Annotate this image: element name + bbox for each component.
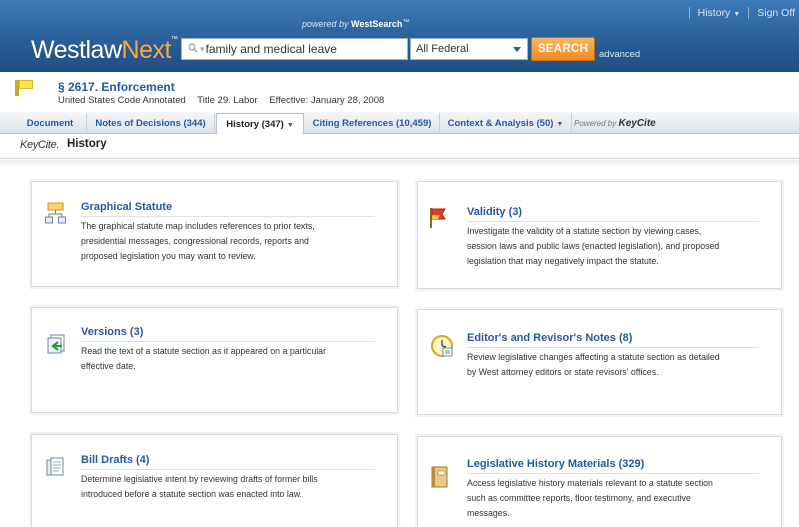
tab-history[interactable]: History (347) ▼: [216, 113, 304, 135]
card-desc-validity: Investigate the validity of a statute se…: [467, 226, 720, 266]
history-menu[interactable]: History ▼: [698, 7, 741, 19]
search-input[interactable]: ▾: [181, 38, 408, 60]
search-icon: [188, 42, 198, 56]
document-title-ref: Title 29. Labor: [197, 95, 258, 106]
card-divider: [81, 216, 375, 217]
keycite-logo: KeyCite.: [20, 139, 60, 151]
tab-context-analysis[interactable]: Context & Analysis (50) ▼: [440, 113, 572, 134]
card-title-validity[interactable]: Validity (3): [467, 206, 522, 218]
card-title-bill-drafts[interactable]: Bill Drafts (4): [81, 454, 149, 466]
card-divider: [467, 347, 759, 348]
card-desc-versions: Read the text of a statute section as it…: [81, 346, 326, 371]
card-title-versions[interactable]: Versions (3): [81, 326, 143, 338]
search-field[interactable]: [205, 42, 406, 56]
document-source: United States Code Annotated: [58, 95, 186, 106]
card-divider: [467, 473, 759, 474]
card-title-editors-revisors-notes[interactable]: Editor's and Revisor's Notes (8): [467, 332, 632, 344]
yellow-flag-icon[interactable]: [19, 80, 33, 89]
search-dropdown-icon: ▾: [200, 43, 205, 54]
top-links: History ▼ Sign Off: [681, 7, 795, 19]
content-divider: [0, 160, 799, 166]
powered-by-westsearch: powered by WestSearch™: [302, 19, 410, 29]
document-meta: United States Code Annotated Title 29. L…: [58, 95, 393, 106]
caret-down-icon: ▼: [733, 11, 741, 18]
tab-citing-references[interactable]: Citing References (10,459): [305, 113, 440, 134]
jurisdiction-select[interactable]: All Federal: [410, 38, 528, 60]
flag-icon: [429, 207, 447, 232]
clock-note-icon: [430, 334, 454, 361]
versions-icon: [45, 333, 67, 358]
drafts-icon: [45, 456, 67, 481]
powered-by-keycite: Powered by KeyCite: [574, 118, 656, 129]
advanced-search-link[interactable]: advanced: [599, 49, 640, 60]
flowchart-icon: [45, 201, 67, 230]
jurisdiction-value: All Federal: [416, 43, 469, 55]
chevron-down-icon: [513, 47, 521, 52]
document-effective-date: Effective: January 28, 2008: [269, 95, 385, 106]
keycite-header: [0, 135, 799, 159]
card-desc-legislative-history-materials: Access legislative history materials rel…: [467, 478, 713, 518]
card-title-graphical-statute[interactable]: Graphical Statute: [81, 201, 172, 213]
search-button[interactable]: SEARCH: [531, 37, 595, 61]
caret-down-icon: ▼: [286, 122, 294, 129]
tab-document[interactable]: Document: [14, 113, 87, 134]
sign-off-link[interactable]: Sign Off: [757, 7, 795, 19]
card-divider: [467, 221, 759, 222]
book-icon: [430, 465, 450, 492]
westlawnext-logo[interactable]: WestlawNext™: [31, 36, 178, 65]
card-desc-graphical-statute: The graphical statute map includes refer…: [81, 221, 315, 261]
document-title: § 2617. Enforcement: [58, 80, 175, 94]
card-desc-editors-revisors-notes: Review legislative changes affecting a s…: [467, 352, 720, 377]
card-divider: [81, 341, 375, 342]
card-divider: [81, 469, 375, 470]
card-title-legislative-history-materials[interactable]: Legislative History Materials (329): [467, 458, 644, 470]
section-title: History: [67, 138, 107, 150]
caret-down-icon: ▼: [556, 121, 564, 128]
card-desc-bill-drafts: Determine legislative intent by reviewin…: [81, 474, 318, 499]
tab-notes-of-decisions[interactable]: Notes of Decisions (344): [87, 113, 215, 134]
